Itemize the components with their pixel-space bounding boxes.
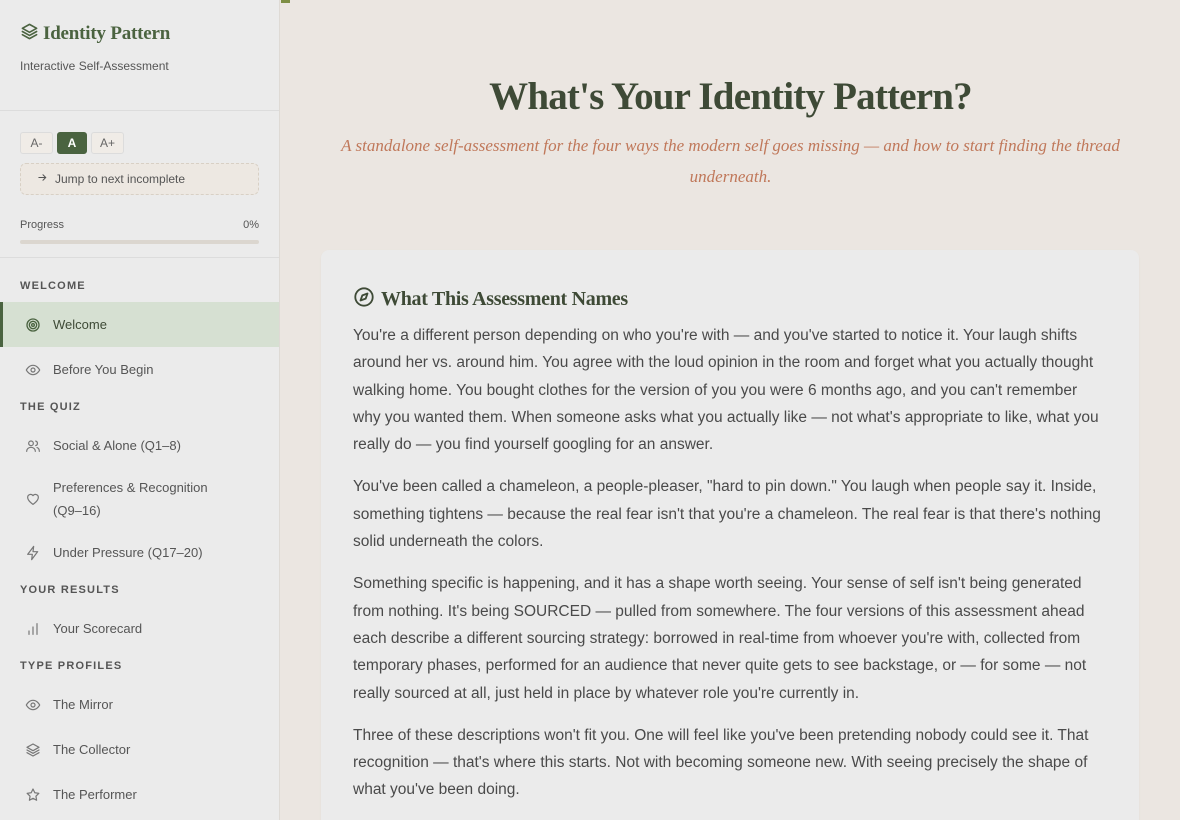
arrow-right-icon [37,172,48,186]
users-icon [24,437,41,454]
section-head-type-profiles: TYPE PROFILES [20,660,123,672]
sidebar-item-label: Social & Alone (Q1–8) [53,438,181,453]
card-paragraph: Three of these descriptions won't fit yo… [353,726,1089,799]
brand-subtitle: Interactive Self-Assessment [20,59,169,73]
font-increase-button[interactable]: A+ [91,132,125,154]
jump-label: Jump to next incomplete [55,172,186,186]
eye-icon [24,696,41,713]
card-paragraph: Something specific is happening, and it … [353,575,1087,702]
eye-icon [24,361,41,378]
layers-icon [24,741,41,758]
progress-bar [20,240,259,244]
bar-chart-icon [24,620,41,637]
font-normal-button[interactable]: A [57,132,87,154]
section-head-quiz: THE QUIZ [20,401,81,413]
sidebar-item-welcome[interactable]: Welcome [0,302,279,347]
sidebar-item-the-performer[interactable]: The Performer [0,772,279,817]
sidebar-item-label: Under Pressure (Q17–20) [53,545,203,560]
sidebar-item-label: The Performer [53,787,137,802]
controls-block: A- A A+ Jump to next incomplete Progress… [0,111,279,258]
heart-icon [24,491,41,508]
page-subtitle: A standalone self-assessment for the fou… [341,136,1120,186]
assessment-intro-card: What This Assessment Names You're a diff… [321,250,1139,820]
sidebar-item-the-collector[interactable]: The Collector [0,727,279,772]
sidebar: Identity Pattern Interactive Self-Assess… [0,0,280,820]
card-header: What This Assessment Names [353,286,1107,313]
page-title: What's Your Identity Pattern? [489,75,973,118]
card-title: What This Assessment Names [381,288,628,310]
font-size-controls: A- A A+ [20,132,259,154]
brand-row[interactable]: Identity Pattern [20,22,259,46]
sidebar-item-scorecard[interactable]: Your Scorecard [0,606,279,651]
section-head-welcome: WELCOME [20,280,86,292]
sidebar-item-label: Your Scorecard [53,621,143,636]
compass-icon [353,286,375,313]
sidebar-item-the-mirror[interactable]: The Mirror [0,682,279,727]
jump-next-incomplete-button[interactable]: Jump to next incomplete [20,163,259,195]
sidebar-item-label: The Collector [53,742,131,757]
section-head-results: YOUR RESULTS [20,584,120,596]
font-decrease-button[interactable]: A- [20,132,53,154]
progress-label: Progress [20,219,65,231]
sidebar-item-label: Welcome [53,317,107,332]
sidebar-nav: WELCOME Welcome Before You Begin THE QUI… [0,258,279,817]
card-paragraph: You've been called a chameleon, a people… [353,478,1101,551]
sidebar-item-before-you-begin[interactable]: Before You Begin [0,347,279,392]
sidebar-item-preferences-recognition[interactable]: Preferences & Recognition (Q9–16) [0,468,279,530]
brand-title: Identity Pattern [43,23,171,44]
sidebar-item-label: The Mirror [53,697,113,712]
progress-row: Progress 0% [20,219,259,231]
star-icon [24,786,41,803]
brand-block: Identity Pattern Interactive Self-Assess… [0,0,279,111]
sidebar-item-label: Before You Begin [53,362,154,377]
main-content: What's Your Identity Pattern? A standalo… [281,0,1180,820]
layers-icon [20,22,39,46]
sidebar-item-under-pressure[interactable]: Under Pressure (Q17–20) [0,530,279,575]
bolt-icon [24,544,41,561]
card-paragraph: You're a different person depending on w… [353,327,1099,454]
progress-value: 0% [243,219,259,231]
target-icon [24,316,41,333]
sidebar-item-label: Preferences & Recognition (Q9–16) [53,480,208,518]
sidebar-item-social-alone[interactable]: Social & Alone (Q1–8) [0,423,279,468]
